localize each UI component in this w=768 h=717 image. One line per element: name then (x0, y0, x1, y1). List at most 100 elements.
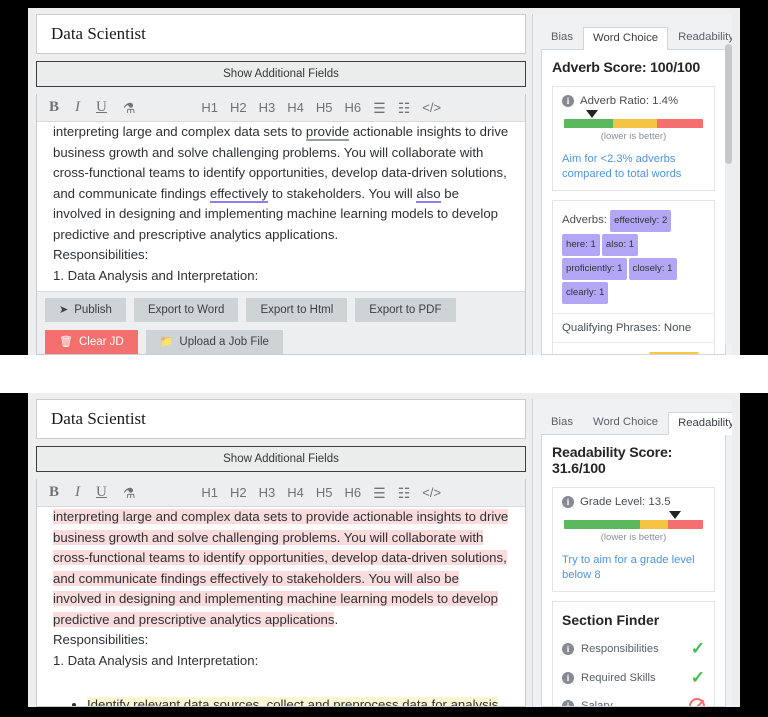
analysis-panel-top: Bias Word Choice Readability Adverb Scor… (532, 14, 732, 355)
editor-toolbar: B I U ⚗ H1 H2 H3 H4 H5 H6 ☰ ☷ </> (37, 94, 525, 122)
italic-icon[interactable]: I (75, 100, 80, 115)
adverb-chip[interactable]: effectively: 2 (610, 210, 672, 232)
list-item: Identify relevant data sources, collect … (87, 695, 509, 706)
readability-highlight-sentence: to stakeholders (268, 570, 362, 586)
heading-6-button[interactable]: H6 (345, 101, 362, 114)
ordered-item-1: 1. Data Analysis and Interpretation: (53, 267, 259, 283)
job-title-field[interactable]: Data Scientist (36, 14, 526, 54)
export-html-label: Export to Html (260, 304, 334, 316)
analysis-tabs-top: Bias Word Choice Readability (541, 22, 732, 50)
jd-text-a: interpreting large and complex data sets… (53, 124, 306, 139)
readability-highlight-sentence: interpreting large and complex data sets… (53, 509, 306, 524)
gauge-caption: (lower is better) (600, 532, 667, 543)
rich-text-editor[interactable]: B I U ⚗ H1 H2 H3 H4 H5 H6 ☰ ☷ </> interp… (36, 479, 526, 707)
clear-jd-button[interactable]: 🗑 Clear JD (45, 330, 138, 354)
trash-icon: 🗑 (59, 335, 73, 348)
editor-content-bottom[interactable]: interpreting large and complex data sets… (37, 507, 525, 706)
adverb-chip[interactable]: closely: 1 (628, 258, 677, 280)
jd-paragraph: interpreting large and complex data sets… (53, 122, 509, 245)
grade-level-label: Grade Level: 13.5 (580, 496, 671, 508)
gauge-marker (669, 511, 682, 519)
code-icon[interactable]: </> (422, 101, 441, 114)
section-finder-salary: i Salary (553, 692, 714, 707)
tab-word-choice[interactable]: Word Choice (583, 411, 668, 434)
show-additional-fields-label: Show Additional Fields (223, 453, 339, 465)
responsibilities-heading: Responsibilities: (53, 632, 149, 647)
rich-text-editor[interactable]: B I U ⚗ H1 H2 H3 H4 H5 H6 ☰ ☷ </> interp… (36, 94, 526, 355)
info-icon[interactable]: i (562, 642, 574, 655)
upload-job-file-button[interactable]: 📁 Upload a Job File (145, 330, 283, 354)
heading-2-button[interactable]: H2 (230, 486, 247, 499)
heading-2-button[interactable]: H2 (230, 101, 247, 114)
bullet-list-icon[interactable]: ☰ (373, 486, 386, 500)
word-choice-details-card: Adverbs: effectively: 2 here: 1 also: 1pro… (552, 200, 715, 354)
complex-word-provide: provide (305, 124, 350, 141)
export-to-html-button[interactable]: Export to Html (246, 298, 348, 322)
paper-plane-icon: ➤ (59, 303, 69, 316)
adverb-chip[interactable]: proficiently: 1 (562, 258, 627, 280)
grade-level-row: i Grade Level: 13.5 (lower is better) Tr… (553, 488, 714, 591)
underline-icon[interactable]: U (96, 485, 107, 500)
readability-score-heading: Readability Score: 31.6/100 (552, 445, 673, 477)
adverb-effectively: effectively (209, 185, 269, 203)
export-to-pdf-button[interactable]: Export to PDF (355, 298, 456, 322)
analysis-panel-bottom: Bias Word Choice Readability Readability… (532, 399, 732, 707)
bold-icon[interactable]: B (49, 100, 59, 115)
heading-1-button[interactable]: H1 (201, 101, 218, 114)
check-icon: ✓ (690, 639, 705, 658)
section-finder-required-skills: i Required Skills ✓ (553, 663, 714, 692)
panel-scroll-thumb[interactable] (725, 44, 732, 164)
responsibilities-heading: Responsibilities: (53, 247, 149, 262)
gauge-caption: (lower is better) (600, 131, 667, 142)
section-label: Responsibilities (581, 642, 659, 655)
heading-3-button[interactable]: H3 (259, 486, 276, 499)
show-additional-fields-button[interactable]: Show Additional Fields (36, 446, 526, 472)
panel-scrollbar[interactable] (725, 44, 732, 344)
bullet-list-icon[interactable]: ☰ (373, 101, 386, 115)
adverbs-label: Adverbs: (562, 214, 607, 226)
numbered-list-icon[interactable]: ☷ (398, 486, 411, 500)
code-icon[interactable]: </> (422, 486, 441, 499)
underline-icon[interactable]: U (96, 100, 107, 115)
readability-body: Readability Score: 31.6/100 i Grade Leve… (541, 434, 726, 707)
publish-button[interactable]: ➤ Publish (45, 298, 126, 322)
heading-1-button[interactable]: H1 (201, 486, 218, 499)
info-icon[interactable]: i (562, 700, 574, 706)
readability-highlight-sentence: effectively (209, 570, 269, 586)
tab-word-choice[interactable]: Word Choice (582, 26, 669, 50)
readability-hint: Try to aim for a grade level below 8 (562, 554, 695, 581)
info-icon[interactable]: i (562, 496, 574, 508)
heading-3-button[interactable]: H3 (259, 101, 276, 114)
jd-text-d: to stakeholders (268, 185, 362, 201)
tab-bias[interactable]: Bias (541, 411, 583, 434)
bold-icon[interactable]: B (49, 485, 59, 500)
gauge-marker (585, 110, 598, 118)
link-icon[interactable]: ⚗ (123, 101, 136, 115)
section-label: Salary (581, 700, 613, 707)
clear-jd-label: Clear JD (78, 336, 124, 348)
adverb-chip[interactable]: clearly: 1 (562, 282, 609, 304)
heading-5-button[interactable]: H5 (316, 101, 333, 114)
adverb-chip[interactable]: here: 1 (562, 234, 600, 256)
tab-readability[interactable]: Readability (668, 26, 732, 49)
folder-icon: 📁 (159, 335, 174, 348)
tab-bias[interactable]: Bias (541, 26, 583, 49)
heading-4-button[interactable]: H4 (287, 101, 304, 114)
heading-5-button[interactable]: H5 (316, 486, 333, 499)
tab-readability[interactable]: Readability (668, 411, 732, 435)
job-title-field[interactable]: Data Scientist (36, 399, 526, 439)
link-icon[interactable]: ⚗ (123, 486, 136, 500)
export-to-word-button[interactable]: Export to Word (133, 298, 239, 322)
export-word-label: Export to Word (147, 304, 225, 316)
info-icon[interactable]: i (562, 95, 574, 107)
italic-icon[interactable]: I (75, 485, 80, 500)
info-icon[interactable]: i (562, 671, 574, 684)
heading-4-button[interactable]: H4 (287, 486, 304, 499)
adverb-chip[interactable]: also: 1 (601, 234, 639, 256)
show-additional-fields-button[interactable]: Show Additional Fields (36, 61, 526, 87)
adverb-also: also (416, 185, 441, 203)
readability-highlight-sentence: . You will (361, 570, 417, 586)
numbered-list-icon[interactable]: ☷ (398, 101, 411, 115)
heading-6-button[interactable]: H6 (345, 486, 362, 499)
jd-text-e: . You will (361, 185, 417, 201)
